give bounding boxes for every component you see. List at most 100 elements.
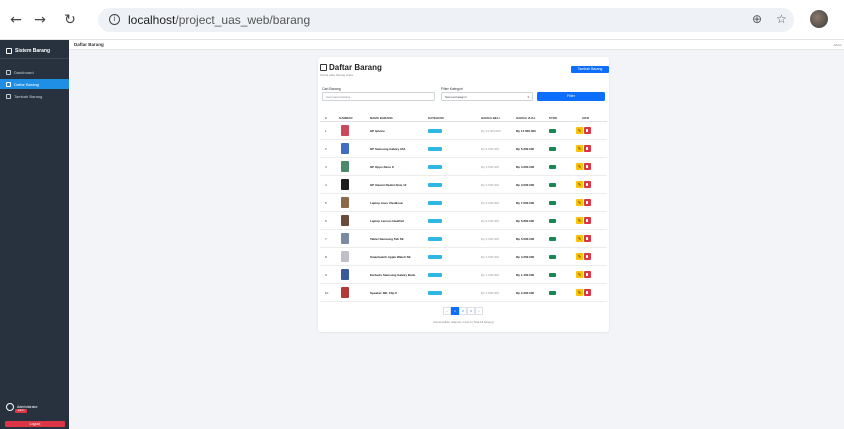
row-number: 3 [325,165,327,169]
stock-badge [549,219,556,223]
search-label: Cari Barang [322,87,341,91]
pencil-icon[interactable]: ✎ [576,271,583,278]
buy-price: Rp 1.000.000 [481,273,500,277]
profile-avatar[interactable] [810,10,828,28]
stock-badge [549,165,556,169]
trash-icon[interactable] [584,181,591,188]
sell-price: Rp 5.800.000 [516,219,535,223]
trash-icon[interactable] [584,127,591,134]
buy-price: Rp 1.800.000 [481,291,500,295]
pencil-icon[interactable]: ✎ [576,217,583,224]
buy-price: Rp 6.000.000 [481,201,500,205]
table-row: 4 HP Xiaomi Redmi Note 12 Rp 2.500.000 Rp 3… [320,176,607,194]
trash-icon[interactable] [584,217,591,224]
reload-icon[interactable]: ↻ [62,12,78,28]
row-number: 9 [325,273,327,277]
product-thumbnail [341,269,349,280]
stock-badge [549,255,556,259]
pagination: ‹ 1 2 3 › [443,307,483,315]
product-thumbnail [341,287,349,298]
sell-price: Rp 1.400.000 [516,273,535,277]
column-header: HARGA BELI [481,115,500,120]
trash-icon[interactable] [584,253,591,260]
sidebar-item-tambah-barang[interactable]: Tambah Barang [0,91,69,101]
table-header: # GAMBAR NAMA BARANG KATEGORI HARGA BELI… [320,112,607,122]
row-number: 4 [325,183,327,187]
add-item-button[interactable]: Tambah Barang [571,66,609,73]
search-input[interactable]: Cari nama barang... [322,92,435,101]
zoom-icon[interactable]: ⊕ [752,12,762,26]
page-title: Daftar Barang [320,63,382,72]
product-name: Smartwatch Apple Watch SE [370,255,411,259]
trash-icon[interactable] [584,163,591,170]
row-number: 6 [325,219,327,223]
product-thumbnail [341,143,349,154]
trash-icon[interactable] [584,145,591,152]
pencil-icon[interactable]: ✎ [576,289,583,296]
sidebar-brand[interactable]: Sistem Barang [6,45,50,57]
product-name: HP Oppo Reno 8 [370,165,394,169]
category-select[interactable]: Semua Kategori ▾ [441,92,533,101]
trash-icon[interactable] [584,271,591,278]
product-name: Tablet Samsung Tab S9 [370,237,404,241]
logout-button[interactable]: Logout [5,421,65,427]
sidebar-item-dashboard[interactable]: Dashboard [0,67,69,77]
stock-badge [549,129,556,133]
star-icon[interactable]: ☆ [776,12,787,26]
product-name: HP Iphone [370,129,385,133]
sidebar-item-label: Tambah Barang [14,93,43,99]
pagination-next[interactable]: › [475,307,483,315]
sell-price: Rp 4.200.000 [516,165,535,169]
column-header: KATEGORI [428,115,444,120]
category-badge [428,183,442,187]
pagination-page[interactable]: 1 [451,307,459,315]
site-info-icon[interactable]: i [109,14,120,25]
stock-badge [549,237,556,241]
sell-price: Rp 7.000.000 [516,201,535,205]
column-header: HARGA JUAL [516,115,536,120]
sidebar-item-label: Daftar Barang [14,81,39,87]
sidebar-item-daftar-barang[interactable]: Daftar Barang [0,79,69,89]
table-row: 7 Tablet Samsung Tab S9 Rp 4.000.000 Rp 5.0… [320,230,607,248]
pencil-icon[interactable]: ✎ [576,235,583,242]
topbar-user[interactable]: Admin [833,43,842,47]
pagination-page[interactable]: 2 [459,307,467,315]
category-badge [428,147,442,151]
buy-price: Rp 2.500.000 [481,183,500,187]
pencil-icon[interactable]: ✎ [576,199,583,206]
pagination-page[interactable]: 3 [467,307,475,315]
product-name: HP Xiaomi Redmi Note 12 [370,183,407,187]
category-badge [428,291,442,295]
sell-price: Rp 5.200.000 [516,147,535,151]
pencil-icon[interactable]: ✎ [576,127,583,134]
url-text[interactable]: localhost/project_uas_web/barang [128,13,310,27]
pencil-icon[interactable]: ✎ [576,253,583,260]
sell-price: Rp 2.300.000 [516,291,535,295]
category-badge [428,255,442,259]
pencil-icon[interactable]: ✎ [576,181,583,188]
pencil-icon[interactable]: ✎ [576,145,583,152]
plus-icon [6,93,11,99]
stock-badge [549,273,556,277]
trash-icon[interactable] [584,199,591,206]
product-thumbnail [341,125,349,136]
chevron-down-icon: ▾ [527,95,529,99]
row-number: 8 [325,255,327,259]
buy-price: Rp 4.000.000 [481,237,500,241]
row-number: 1 [325,129,327,133]
address-bar[interactable]: i localhost/project_uas_web/barang [98,8,794,32]
user-circle-icon [6,403,14,411]
trash-icon[interactable] [584,289,591,296]
table-row: 2 HP Samsung Galaxy A54 Rp 4.500.000 Rp 5.2… [320,140,607,158]
table-row: 3 HP Oppo Reno 8 Rp 3.500.000 Rp 4.200.000 ✎ [320,158,607,176]
table-row: 5 Laptop Asus VivoBook Rp 6.000.000 Rp 7.00… [320,194,607,212]
trash-icon[interactable] [584,235,591,242]
filter-button[interactable]: Filter [537,92,605,101]
box-icon [6,81,11,87]
stock-badge [549,147,556,151]
pagination-prev[interactable]: ‹ [443,307,451,315]
pencil-icon[interactable]: ✎ [576,163,583,170]
forward-arrow-icon[interactable]: → [32,12,48,28]
box-icon [6,48,12,54]
back-arrow-icon[interactable]: ← [8,12,24,28]
